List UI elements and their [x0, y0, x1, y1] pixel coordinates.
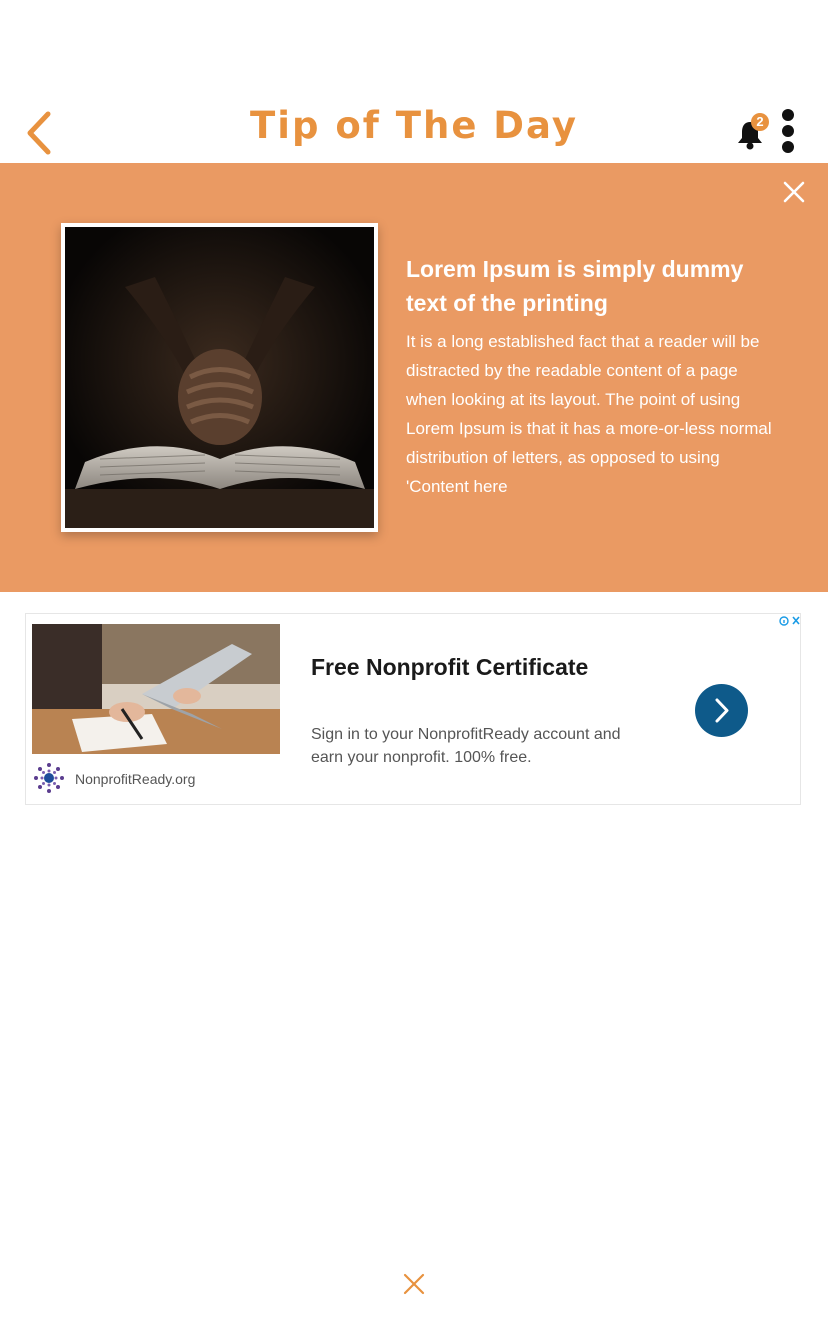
ad-description: Sign in to your NonprofitReady account a… [311, 726, 621, 766]
page-title: Tip of The Day [250, 104, 578, 147]
tip-heading: Lorem Ipsum is simply dummy text of the … [406, 256, 744, 316]
bottom-close-button[interactable] [402, 1272, 426, 1296]
ad-open-button[interactable] [695, 684, 748, 737]
app-header: Tip of The Day 2 [0, 0, 828, 163]
chevron-right-icon [715, 698, 729, 723]
praying-hands-on-bible-photo [65, 227, 374, 528]
nonprofitready-logo-icon [34, 763, 64, 793]
person-writing-at-laptop-photo [32, 624, 280, 754]
close-icon [783, 181, 805, 203]
notification-badge: 2 [751, 113, 769, 131]
tip-body-text: It is a long established fact that a rea… [406, 332, 772, 496]
ad-title[interactable]: Free Nonprofit Certificate [311, 654, 588, 681]
tip-close-button[interactable] [780, 178, 808, 206]
ad-card[interactable]: Free Nonprofit Certificate Sign in to yo… [25, 613, 801, 805]
tip-image-frame [61, 223, 378, 532]
close-icon [403, 1273, 425, 1295]
adchoices-icon [779, 616, 800, 626]
adchoices-button[interactable] [778, 614, 802, 628]
more-vertical-icon [782, 109, 794, 153]
ad-domain: NonprofitReady.org [75, 771, 196, 787]
more-options-button[interactable] [778, 106, 800, 156]
